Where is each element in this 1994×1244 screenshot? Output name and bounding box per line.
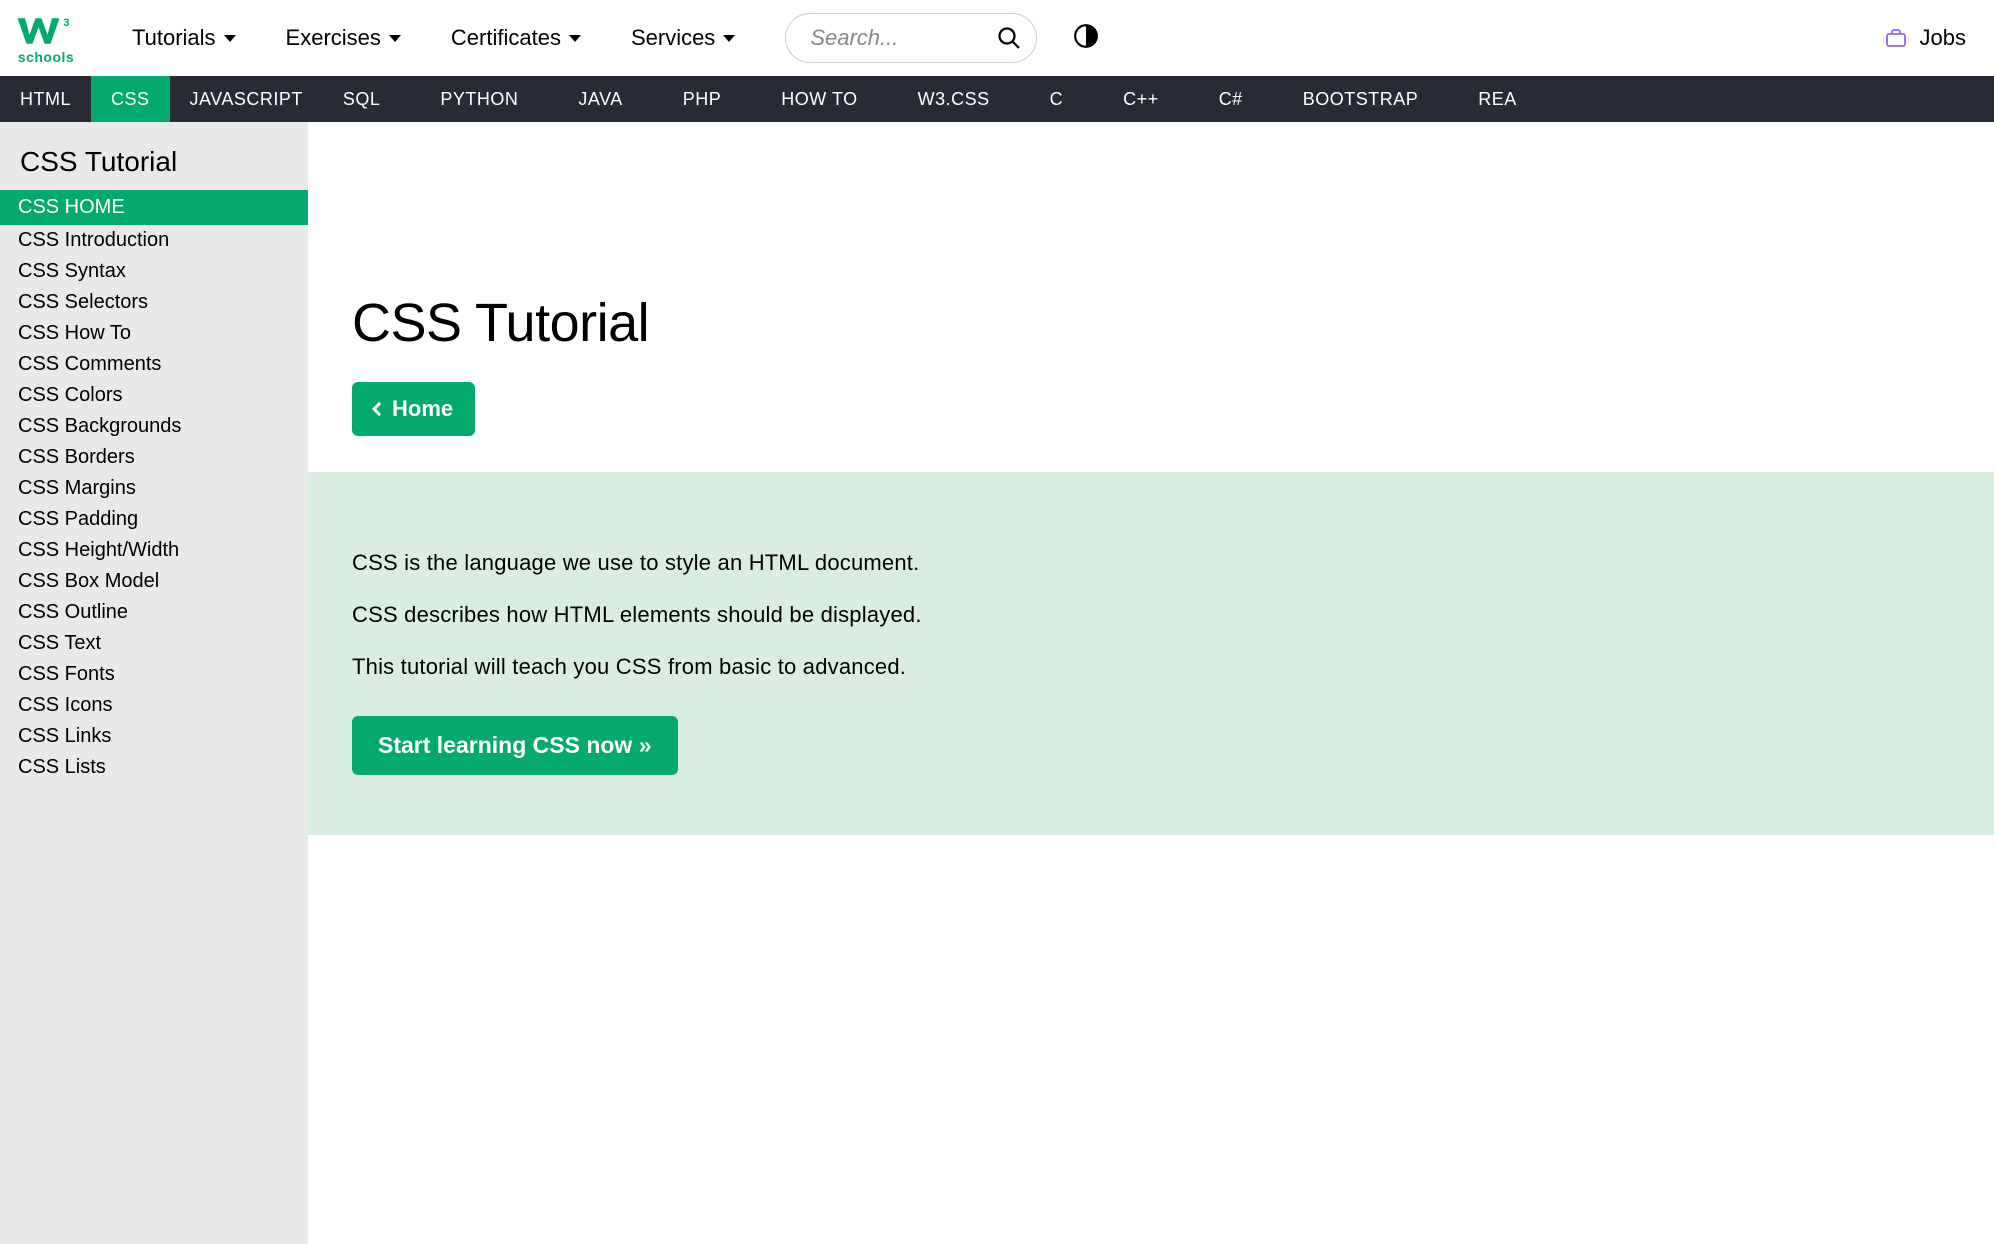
caret-down-icon	[224, 35, 236, 42]
home-button-label: Home	[392, 396, 453, 422]
jobs-link[interactable]: Jobs	[1884, 25, 1974, 51]
secnav-item-w3-css[interactable]: W3.CSS	[898, 76, 1010, 122]
sidebar-title: CSS Tutorial	[0, 140, 308, 190]
secnav-item-php[interactable]: PHP	[663, 76, 742, 122]
home-button[interactable]: Home	[352, 382, 475, 436]
secnav-item-c[interactable]: C	[1030, 76, 1084, 122]
logo-text: schools	[18, 49, 74, 65]
chevron-left-icon	[372, 402, 386, 416]
sidebar-item[interactable]: CSS Colors	[0, 380, 308, 411]
sidebar-item[interactable]: CSS Outline	[0, 597, 308, 628]
nav-certificates[interactable]: Certificates	[429, 13, 603, 63]
sidebar-item[interactable]: CSS Borders	[0, 442, 308, 473]
caret-down-icon	[569, 35, 581, 42]
briefcase-icon	[1884, 26, 1908, 50]
start-learning-button[interactable]: Start learning CSS now »	[352, 716, 678, 775]
secnav-item-python[interactable]: PYTHON	[420, 76, 538, 122]
w3-logo-icon: 3	[16, 11, 76, 51]
sidebar-item[interactable]: CSS Height/Width	[0, 535, 308, 566]
secnav-item-rea[interactable]: REA	[1458, 76, 1537, 122]
sidebar-item[interactable]: CSS Comments	[0, 349, 308, 380]
secnav-item-how-to[interactable]: HOW TO	[761, 76, 877, 122]
sidebar-item[interactable]: CSS Lists	[0, 752, 308, 783]
nav-label: Tutorials	[132, 25, 216, 51]
sidebar-item[interactable]: CSS Text	[0, 628, 308, 659]
main-content: CSS Tutorial Home CSS is the language we…	[308, 122, 1994, 1244]
sidebar-item[interactable]: CSS Introduction	[0, 225, 308, 256]
intro-paragraph: CSS describes how HTML elements should b…	[352, 602, 1950, 628]
page-title: CSS Tutorial	[352, 292, 1950, 354]
jobs-label: Jobs	[1920, 25, 1966, 51]
sidebar-item[interactable]: CSS How To	[0, 318, 308, 349]
svg-text:3: 3	[63, 17, 69, 29]
sidebar-item[interactable]: CSS Selectors	[0, 287, 308, 318]
sidebar-item[interactable]: CSS Backgrounds	[0, 411, 308, 442]
half-circle-icon	[1073, 23, 1099, 49]
secnav-item-java[interactable]: JAVA	[558, 76, 642, 122]
sidebar-item[interactable]: CSS Margins	[0, 473, 308, 504]
intro-paragraph: CSS is the language we use to style an H…	[352, 550, 1950, 576]
sidebar-item[interactable]: CSS Links	[0, 721, 308, 752]
nav-tutorials[interactable]: Tutorials	[110, 13, 258, 63]
caret-down-icon	[389, 35, 401, 42]
secnav-item-c-[interactable]: C++	[1103, 76, 1179, 122]
search-container	[785, 13, 1037, 63]
sidebar-item[interactable]: CSS Fonts	[0, 659, 308, 690]
logo[interactable]: 3 schools	[16, 11, 76, 65]
nav-label: Exercises	[286, 25, 381, 51]
nav-label: Certificates	[451, 25, 561, 51]
secnav-item-c-[interactable]: C#	[1199, 76, 1263, 122]
caret-down-icon	[723, 35, 735, 42]
secnav-item-sql[interactable]: SQL	[323, 76, 401, 122]
secondary-navigation: HTMLCSSJAVASCRIPTSQL PYTHON JAVA PHP HOW TO W…	[0, 76, 1994, 122]
sidebar-item[interactable]: CSS Box Model	[0, 566, 308, 597]
sidebar-item[interactable]: CSS Syntax	[0, 256, 308, 287]
secnav-item-javascript[interactable]: JAVASCRIPT	[170, 76, 323, 122]
sidebar-item[interactable]: CSS Padding	[0, 504, 308, 535]
intro-paragraph: This tutorial will teach you CSS from ba…	[352, 654, 1950, 680]
secnav-item-css[interactable]: CSS	[91, 76, 170, 122]
sidebar-item[interactable]: CSS HOME	[0, 190, 308, 225]
nav-label: Services	[631, 25, 715, 51]
theme-toggle[interactable]	[1073, 23, 1099, 54]
secnav-item-html[interactable]: HTML	[0, 76, 91, 122]
nav-services[interactable]: Services	[609, 13, 757, 63]
secnav-item-bootstrap[interactable]: BOOTSTRAP	[1283, 76, 1439, 122]
intro-panel: CSS is the language we use to style an H…	[308, 472, 1994, 835]
sidebar: CSS Tutorial CSS HOMECSS IntroductionCSS…	[0, 122, 308, 1244]
nav-exercises[interactable]: Exercises	[264, 13, 423, 63]
top-navigation: 3 schools Tutorials Exercises Certificat…	[0, 0, 1994, 76]
content-container: CSS Tutorial CSS HOMECSS IntroductionCSS…	[0, 122, 1994, 1244]
search-icon[interactable]	[997, 26, 1021, 50]
sidebar-item[interactable]: CSS Icons	[0, 690, 308, 721]
